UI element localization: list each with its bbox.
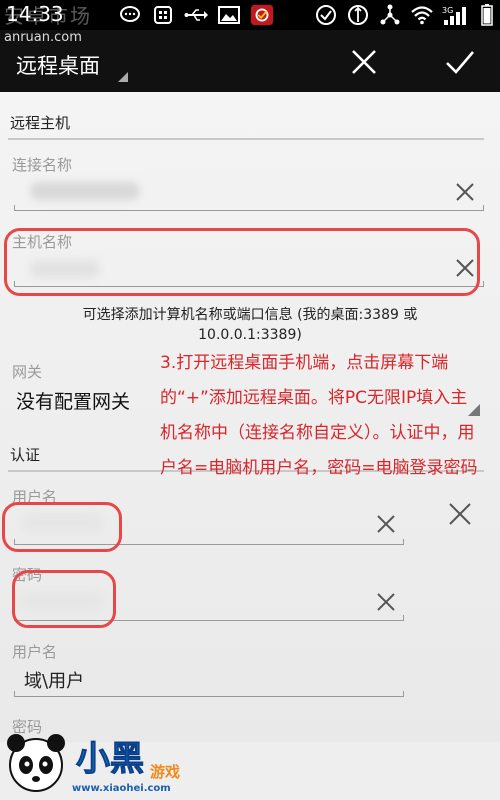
app-badge-icon <box>250 4 274 26</box>
clear-username-button[interactable] <box>372 510 400 538</box>
site-logo: 小黑 游戏 www.xiaohei.com <box>0 725 200 800</box>
close-icon <box>377 593 395 611</box>
check-circle-icon <box>314 4 338 26</box>
connection-name-value <box>30 182 140 200</box>
confirm-button[interactable] <box>438 40 482 84</box>
watermark-subtext: anruan.com <box>4 30 82 45</box>
section-auth: 认证 <box>10 446 41 464</box>
domain-username-label: 用户名 <box>12 643 58 661</box>
password-label: 密码 <box>12 566 43 584</box>
cancel-button[interactable] <box>342 40 386 84</box>
checkmark-icon <box>446 51 474 74</box>
section-remote-host: 远程主机 <box>10 114 71 132</box>
action-bar: anruan.com 远程桌面 <box>0 30 500 92</box>
status-bar: 安卓市场 14:33 3G <box>0 0 500 30</box>
page-title[interactable]: 远程桌面 <box>16 50 100 80</box>
domain-username-underline <box>14 691 404 697</box>
battery-icon <box>480 4 494 26</box>
signal-icon: 3G <box>442 4 472 26</box>
grid-icon <box>151 4 175 26</box>
close-icon <box>456 183 474 201</box>
logo-url-text: www.xiaohei.com <box>72 783 171 794</box>
panda-logo-icon <box>7 734 65 792</box>
clear-host-name-button[interactable] <box>451 254 479 282</box>
password-input[interactable] <box>14 615 404 621</box>
close-icon <box>449 503 471 525</box>
logo-brand-text: 小黑 <box>76 739 145 780</box>
logo-game-text: 游戏 <box>150 763 181 781</box>
connection-name-label: 连接名称 <box>12 156 73 174</box>
share-icon <box>378 4 402 26</box>
host-name-hint: 可选择添加计算机名称或端口信息 (我的桌面:3389 或 10.0.0.1:33… <box>82 307 418 343</box>
sync-icon <box>346 4 370 26</box>
image-icon <box>217 4 241 26</box>
network-label: 3G <box>442 6 453 15</box>
wifi-icon <box>410 4 434 26</box>
close-icon <box>352 50 376 74</box>
close-icon <box>456 259 474 277</box>
section-divider <box>8 138 484 140</box>
settings-form: 远程主机 连接名称 主机名称 可选择添加计算机名称或端口信息 (我的桌面:338… <box>0 92 500 742</box>
connection-name-input[interactable] <box>14 205 484 211</box>
host-name-input[interactable] <box>14 281 484 287</box>
clear-field-button[interactable] <box>446 500 474 528</box>
notification-icons <box>118 3 274 27</box>
clear-password-button[interactable] <box>372 588 400 616</box>
tutorial-annotation: 3.打开远程桌面手机端，点击屏幕下端的“+”添加远程桌面。将PC无限IP填入主机… <box>160 353 478 478</box>
password-value <box>20 592 102 610</box>
system-icons: 3G <box>314 3 494 27</box>
close-icon <box>377 515 395 533</box>
section-gateway: 网关 <box>12 363 43 381</box>
clear-connection-name-button[interactable] <box>451 178 479 206</box>
status-time: 14:33 <box>6 2 64 26</box>
username-value <box>22 514 104 532</box>
chat-bubble-icon <box>118 4 142 26</box>
username-label: 用户名 <box>12 488 58 506</box>
domain-username-input[interactable]: 域\用户 <box>24 667 84 693</box>
title-dropdown-indicator[interactable] <box>118 72 128 82</box>
host-name-label: 主机名称 <box>12 233 73 251</box>
gateway-select[interactable]: 没有配置网关 <box>16 387 130 414</box>
host-name-value <box>30 260 100 278</box>
username-input[interactable] <box>14 539 404 545</box>
usb-icon <box>184 4 208 26</box>
